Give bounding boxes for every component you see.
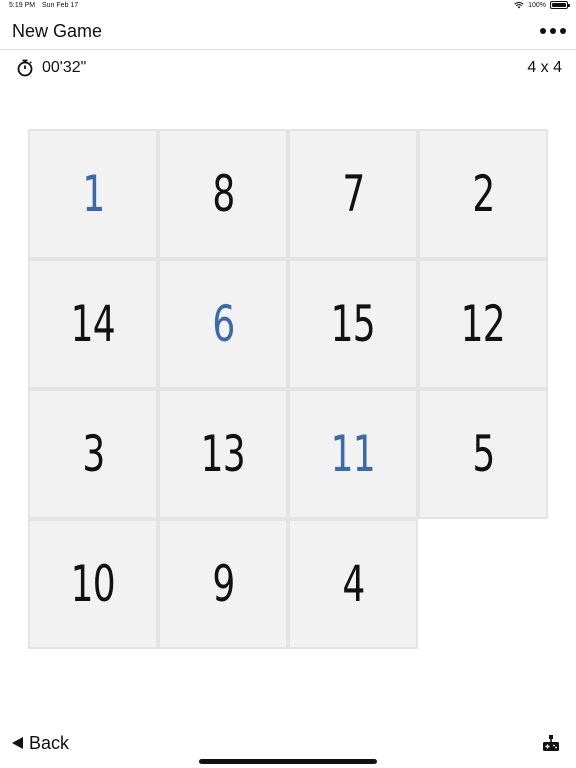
tile-number: 10	[70, 555, 116, 613]
tile-number: 12	[460, 295, 506, 353]
grid-size-label: 4 x 4	[527, 59, 562, 76]
tile-number: 13	[200, 425, 246, 483]
puzzle-tile[interactable]: 3	[28, 389, 158, 519]
puzzle-tile[interactable]: 14	[28, 259, 158, 389]
tile-number: 3	[81, 425, 105, 483]
status-date: Sun Feb 17	[42, 2, 79, 9]
ellipsis-icon-dot-2	[550, 28, 556, 34]
home-indicator	[199, 759, 377, 764]
battery-percent: 100%	[528, 1, 546, 9]
back-button[interactable]: Back	[12, 732, 69, 754]
puzzle-tile[interactable]: 4	[288, 519, 418, 649]
puzzle-board: 1 8 7 2 14 6 15 12 3 13 11 5 10 9 4	[28, 129, 548, 649]
wifi-icon	[514, 2, 524, 9]
page-title: New Game	[12, 21, 103, 41]
status-indicators: 100%	[514, 1, 570, 9]
puzzle-tile[interactable]: 8	[158, 129, 288, 259]
game-info-row: 00'32" 4 x 4	[0, 56, 576, 80]
tile-number: 1	[81, 165, 105, 223]
puzzle-tile[interactable]: 2	[418, 129, 548, 259]
puzzle-tile[interactable]: 7	[288, 129, 418, 259]
more-options-button[interactable]	[540, 24, 566, 38]
tile-number: 11	[330, 425, 376, 483]
puzzle-tile[interactable]: 5	[418, 389, 548, 519]
puzzle-tile[interactable]: 15	[288, 259, 418, 389]
stopwatch-icon	[17, 59, 33, 77]
tile-number: 6	[211, 295, 235, 353]
back-label: Back	[29, 732, 70, 753]
puzzle-tile[interactable]: 6	[158, 259, 288, 389]
puzzle-tile[interactable]: 9	[158, 519, 288, 649]
back-arrow-icon	[12, 737, 23, 749]
puzzle-tile[interactable]: 12	[418, 259, 548, 389]
puzzle-tile[interactable]: 10	[28, 519, 158, 649]
puzzle-tile[interactable]: 13	[158, 389, 288, 519]
elapsed-timer: 00'32"	[42, 59, 87, 76]
nav-bar: New Game	[0, 14, 576, 50]
tile-number: 9	[211, 555, 235, 613]
tile-number: 2	[471, 165, 495, 223]
status-time: 5:19 PM	[9, 2, 36, 9]
tile-number: 5	[471, 425, 495, 483]
ellipsis-icon-dot-3	[560, 28, 566, 34]
tile-number: 14	[70, 295, 116, 353]
game-controller-icon[interactable]	[542, 734, 560, 752]
ellipsis-icon-dot-1	[540, 28, 546, 34]
tile-number: 7	[341, 165, 365, 223]
tile-number: 15	[330, 295, 376, 353]
puzzle-tile[interactable]: 1	[28, 129, 158, 259]
tile-number: 8	[211, 165, 235, 223]
puzzle-tile[interactable]: 11	[288, 389, 418, 519]
tile-number: 4	[341, 555, 365, 613]
status-bar: 5:19 PM Sun Feb 17 100%	[0, 0, 576, 14]
battery-icon	[550, 1, 570, 9]
